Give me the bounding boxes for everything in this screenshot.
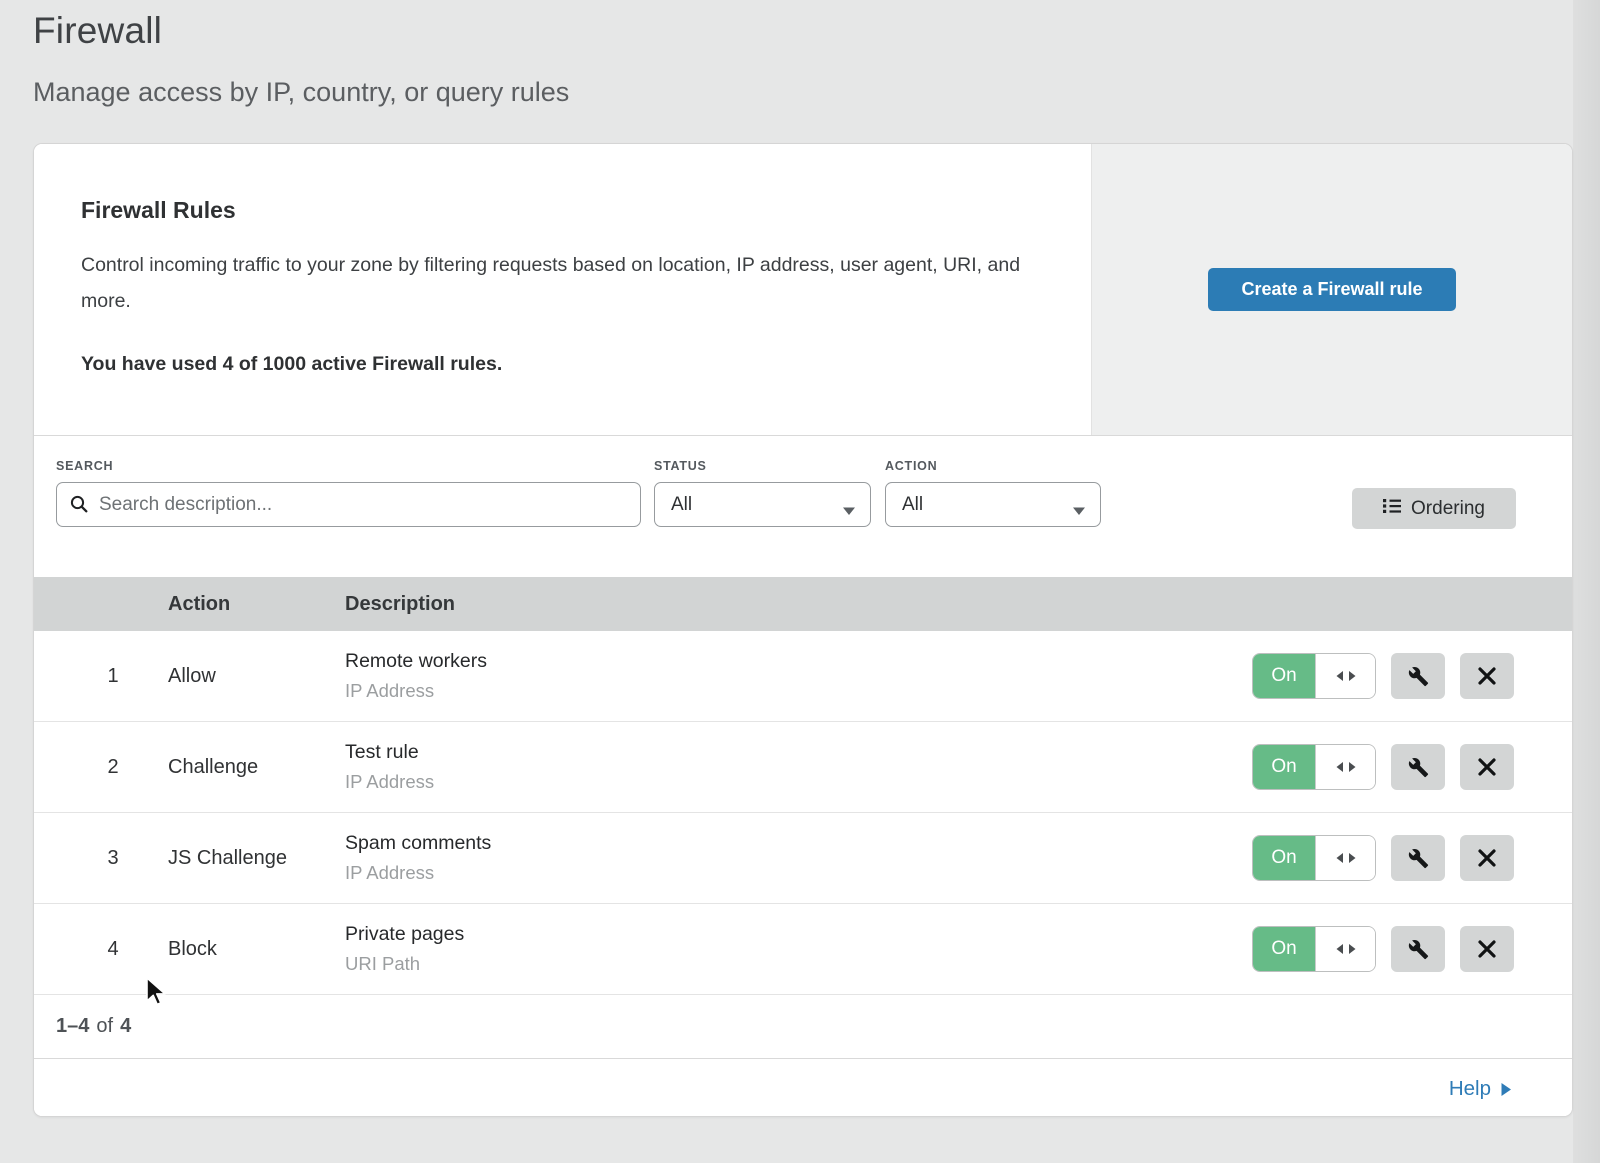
pagination-range: 1–4 [56,1015,89,1038]
rule-priority: 2 [34,756,168,779]
delete-rule-button[interactable] [1460,653,1514,699]
wrench-icon [1408,666,1429,687]
reorder-arrows-handle[interactable] [1315,927,1375,971]
table-row: 1 Allow Remote workers IP Address On [34,631,1572,722]
rules-summary-text: Firewall Rules Control incoming traffic … [34,144,1091,435]
rule-match-type: URI Path [345,953,1252,975]
rule-action: Block [168,938,345,961]
search-icon [69,494,89,519]
rules-summary-section: Firewall Rules Control incoming traffic … [34,144,1572,436]
table-header: Action Description [34,577,1572,631]
pagination-total: 4 [120,1015,131,1038]
rule-priority: 1 [34,665,168,688]
edit-rule-button[interactable] [1391,926,1445,972]
page-header: Firewall Manage access by IP, country, o… [33,10,569,108]
toggle-on-button[interactable]: On [1253,745,1315,789]
help-link-label: Help [1449,1077,1491,1101]
edit-rule-button[interactable] [1391,835,1445,881]
left-right-arrows-icon [1335,670,1357,682]
edit-rule-button[interactable] [1391,744,1445,790]
chevron-down-icon [1072,500,1086,522]
filters-bar: SEARCH STATUS All ACTION [34,436,1572,577]
rule-description: Private pages [345,923,1252,946]
rules-card-title: Firewall Rules [81,197,1021,224]
reorder-arrows-handle[interactable] [1315,836,1375,880]
delete-rule-button[interactable] [1460,926,1514,972]
rule-toggle: On [1252,744,1376,790]
rules-usage-note: You have used 4 of 1000 active Firewall … [81,353,1021,376]
close-icon [1478,940,1496,958]
help-link[interactable]: Help [1449,1077,1512,1101]
chevron-down-icon [842,500,856,522]
firewall-page: Firewall Manage access by IP, country, o… [0,0,1600,1163]
rule-priority: 4 [34,938,168,961]
rule-action: Allow [168,665,345,688]
reorder-arrows-handle[interactable] [1315,654,1375,698]
action-label: ACTION [885,459,1101,473]
reorder-arrows-handle[interactable] [1315,745,1375,789]
page-title: Firewall [33,10,569,52]
pagination-of-label: of [96,1015,113,1038]
left-right-arrows-icon [1335,852,1357,864]
action-select-value: All [902,494,923,516]
rule-toggle: On [1252,653,1376,699]
table-header-action: Action [168,593,345,616]
status-select-value: All [671,494,692,516]
left-right-arrows-icon [1335,761,1357,773]
rule-match-type: IP Address [345,862,1252,884]
rule-action: Challenge [168,756,345,779]
table-row: 4 Block Private pages URI Path On [34,904,1572,995]
search-input[interactable] [56,482,641,527]
firewall-rules-card: Firewall Rules Control incoming traffic … [33,143,1573,1117]
toggle-on-button[interactable]: On [1253,654,1315,698]
ordering-button-label: Ordering [1411,498,1485,520]
rule-match-type: IP Address [345,771,1252,793]
status-label: STATUS [654,459,871,473]
ordering-button[interactable]: Ordering [1352,488,1516,529]
wrench-icon [1408,848,1429,869]
rule-action: JS Challenge [168,847,345,870]
action-select[interactable]: All [885,482,1101,527]
rule-match-type: IP Address [345,680,1252,702]
table-header-description: Description [345,593,1252,616]
ordered-list-icon [1383,498,1401,520]
page-subtitle: Manage access by IP, country, or query r… [33,77,569,108]
rule-toggle: On [1252,835,1376,881]
rules-card-description: Control incoming traffic to your zone by… [81,247,1021,319]
search-label: SEARCH [56,459,641,473]
toggle-on-button[interactable]: On [1253,836,1315,880]
rule-priority: 3 [34,847,168,870]
search-filter-group: SEARCH [56,459,641,527]
wrench-icon [1408,757,1429,778]
arrow-right-icon [1500,1082,1512,1097]
page-edge-gutter [1573,0,1600,1163]
delete-rule-button[interactable] [1460,835,1514,881]
status-select[interactable]: All [654,482,871,527]
rule-description: Remote workers [345,650,1252,673]
wrench-icon [1408,939,1429,960]
toggle-on-button[interactable]: On [1253,927,1315,971]
close-icon [1478,758,1496,776]
create-rule-panel: Create a Firewall rule [1091,144,1572,435]
edit-rule-button[interactable] [1391,653,1445,699]
card-footer: Help [34,1058,1572,1117]
rule-description: Test rule [345,741,1252,764]
status-filter-group: STATUS All [654,459,871,527]
rule-description: Spam comments [345,832,1252,855]
close-icon [1478,667,1496,685]
pagination: 1–4 of 4 [34,995,1572,1058]
left-right-arrows-icon [1335,943,1357,955]
action-filter-group: ACTION All [885,459,1101,527]
rule-toggle: On [1252,926,1376,972]
table-row: 2 Challenge Test rule IP Address On [34,722,1572,813]
delete-rule-button[interactable] [1460,744,1514,790]
table-row: 3 JS Challenge Spam comments IP Address … [34,813,1572,904]
close-icon [1478,849,1496,867]
create-firewall-rule-button[interactable]: Create a Firewall rule [1208,268,1456,311]
